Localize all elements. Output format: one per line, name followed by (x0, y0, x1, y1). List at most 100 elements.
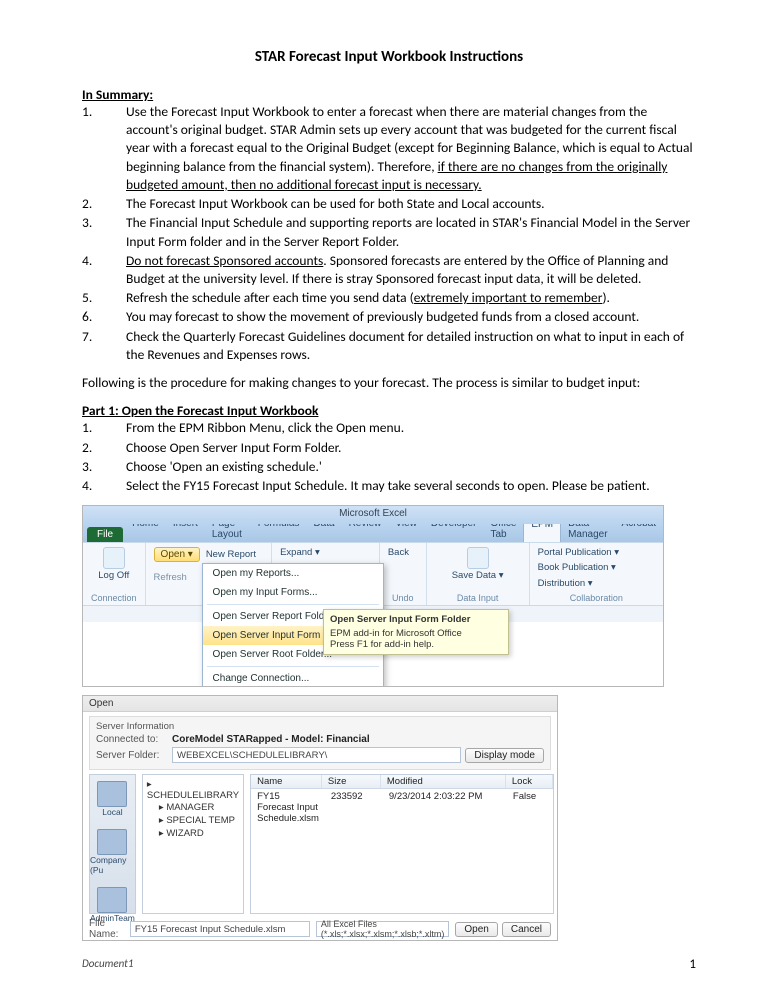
part1-step: 4.Select the FY15 Forecast Input Schedul… (82, 477, 696, 495)
logoff-icon (103, 547, 125, 569)
col-name[interactable]: Name (251, 775, 322, 788)
tree-root[interactable]: ▸ SCHEDULELIBRARY (147, 779, 239, 801)
open-menu-button[interactable]: Open ▾ (154, 547, 200, 562)
list-body: Do not forecast Sponsored accounts. Spon… (126, 252, 696, 288)
group-label-data-input: Data Input (435, 593, 521, 603)
group-label-collaboration: Collaboration (538, 593, 655, 603)
ribbon-tabs: File HomeInsertPage LayoutFormulasDataRe… (83, 524, 663, 542)
server-info-box: Server Information Connected to: CoreMod… (89, 716, 551, 770)
group-label-connection: Connection (91, 593, 137, 603)
list-body: From the EPM Ribbon Menu, click the Open… (126, 419, 696, 437)
menu-change-connection[interactable]: Change Connection... (203, 669, 383, 687)
cancel-button[interactable]: Cancel (502, 922, 551, 937)
list-body: The Financial Input Schedule and support… (126, 214, 696, 250)
display-mode-button[interactable]: Display mode (465, 748, 544, 763)
list-body: You may forecast to show the movement of… (126, 308, 696, 326)
file-list-header: Name Size Modified Lock (251, 775, 553, 789)
part1-step: 2.Choose Open Server Input Form Folder. (82, 439, 696, 457)
portal-publication-button[interactable]: Portal Publication ▾ (538, 547, 655, 558)
list-body: Select the FY15 Forecast Input Schedule.… (126, 477, 696, 495)
summary-item: 3.The Financial Input Schedule and suppo… (82, 214, 696, 250)
window-titlebar: Microsoft Excel (83, 506, 663, 524)
distribution-button[interactable]: Distribution ▾ (538, 578, 655, 589)
folder-tree[interactable]: ▸ SCHEDULELIBRARY ▸ MANAGER ▸ SPECIAL TE… (142, 774, 244, 914)
expand-button[interactable]: Expand ▾ (280, 547, 371, 558)
list-number: 4. (82, 477, 126, 495)
back-button[interactable]: Back (388, 547, 418, 558)
list-number: 1. (82, 103, 126, 194)
col-lock[interactable]: Lock (506, 775, 553, 788)
open-button[interactable]: Open (455, 922, 497, 937)
part1-heading: Part 1: Open the Forecast Input Workbook (82, 402, 318, 419)
tree-node[interactable]: ▸ WIZARD (147, 827, 239, 840)
list-body: Choose Open Server Input Form Folder. (126, 439, 696, 457)
connected-to-value: CoreModel STARapped - Model: Financial (172, 734, 370, 745)
filename-field[interactable]: FY15 Forecast Input Schedule.xlsm (130, 921, 310, 937)
file-modified-cell: 9/23/2014 2:03:22 PM (383, 791, 507, 824)
list-number: 2. (82, 195, 126, 213)
group-label-undo: Undo (388, 593, 418, 603)
file-lock-cell: False (507, 791, 553, 824)
file-size-cell: 233592 (325, 791, 383, 824)
col-size[interactable]: Size (322, 775, 381, 788)
folder-icon (97, 781, 127, 807)
log-off-button[interactable]: Log Off (91, 547, 137, 581)
summary-item: 2.The Forecast Input Workbook can be use… (82, 195, 696, 213)
list-body: The Forecast Input Workbook can be used … (126, 195, 696, 213)
list-number: 7. (82, 328, 126, 364)
save-icon (467, 547, 489, 569)
list-number: 2. (82, 439, 126, 457)
part1-step: 3.Choose 'Open an existing schedule.' (82, 458, 696, 476)
col-modified[interactable]: Modified (381, 775, 506, 788)
tooltip-title: Open Server Input Form Folder (330, 614, 502, 625)
book-publication-button[interactable]: Book Publication ▾ (538, 562, 655, 573)
app-title: Microsoft Excel (339, 508, 407, 519)
file-filter-field[interactable]: All Excel Files (*.xls;*.xlsx;*.xlsm;*.x… (316, 921, 450, 937)
list-body: Use the Forecast Input Workbook to enter… (126, 103, 696, 194)
ribbon-body: Log Off Connection Open ▾ New Report Ref… (83, 542, 663, 605)
ribbon-tooltip: Open Server Input Form Folder EPM add-in… (323, 609, 509, 655)
summary-item: 5.Refresh the schedule after each time y… (82, 289, 696, 307)
list-body: Choose 'Open an existing schedule.' (126, 458, 696, 476)
page-title: STAR Forecast Input Workbook Instruction… (82, 48, 696, 66)
list-number: 4. (82, 252, 126, 288)
list-number: 6. (82, 308, 126, 326)
new-report-button[interactable]: New Report (206, 547, 256, 562)
server-info-label: Server Information (96, 721, 544, 732)
folder-icon (97, 887, 127, 913)
menu-open-my-reports[interactable]: Open my Reports... (203, 564, 383, 583)
filename-label: File Name: (89, 918, 124, 940)
file-list[interactable]: Name Size Modified Lock FY15 Forecast In… (250, 774, 554, 914)
server-folder-field[interactable]: WEBEXCEL\SCHEDULELIBRARY\ (172, 747, 461, 763)
footer-page-number: 1 (689, 957, 696, 972)
list-number: 1. (82, 419, 126, 437)
connected-to-label: Connected to: (96, 734, 168, 745)
footer-document-name: Document1 (82, 957, 133, 972)
folder-icon (97, 829, 127, 855)
list-body: Refresh the schedule after each time you… (126, 289, 696, 307)
tooltip-line1: EPM add-in for Microsoft Office (330, 628, 502, 639)
dialog-sidebar: Local Company (Pu AdminTeam (89, 774, 136, 914)
sidebar-local[interactable]: Local (97, 781, 127, 817)
server-folder-label: Server Folder: (96, 750, 168, 761)
tree-node[interactable]: ▸ MANAGER (147, 801, 239, 814)
summary-item: 7.Check the Quarterly Forecast Guideline… (82, 328, 696, 364)
list-body: Check the Quarterly Forecast Guidelines … (126, 328, 696, 364)
summary-item: 6.You may forecast to show the movement … (82, 308, 696, 326)
part1-step: 1.From the EPM Ribbon Menu, click the Op… (82, 419, 696, 437)
tab-file[interactable]: File (87, 527, 123, 542)
list-number: 5. (82, 289, 126, 307)
file-name-cell: FY15 Forecast Input Schedule.xlsm (251, 791, 325, 824)
file-row[interactable]: FY15 Forecast Input Schedule.xlsm 233592… (251, 789, 553, 826)
sidebar-company[interactable]: Company (Pu (90, 829, 135, 875)
excel-ribbon-screenshot: Microsoft Excel File HomeInsertPage Layo… (82, 505, 664, 687)
tree-node[interactable]: ▸ SPECIAL TEMP (147, 814, 239, 827)
tooltip-line2: Press F1 for add-in help. (330, 639, 502, 650)
intro-paragraph: Following is the procedure for making ch… (82, 374, 696, 392)
menu-open-my-input-forms[interactable]: Open my Input Forms... (203, 583, 383, 602)
summary-item: 1.Use the Forecast Input Workbook to ent… (82, 103, 696, 194)
dialog-title: Open (83, 696, 557, 712)
save-data-button[interactable]: Save Data ▾ (435, 547, 521, 581)
summary-heading: In Summary: (82, 86, 153, 103)
summary-item: 4.Do not forecast Sponsored accounts. Sp… (82, 252, 696, 288)
